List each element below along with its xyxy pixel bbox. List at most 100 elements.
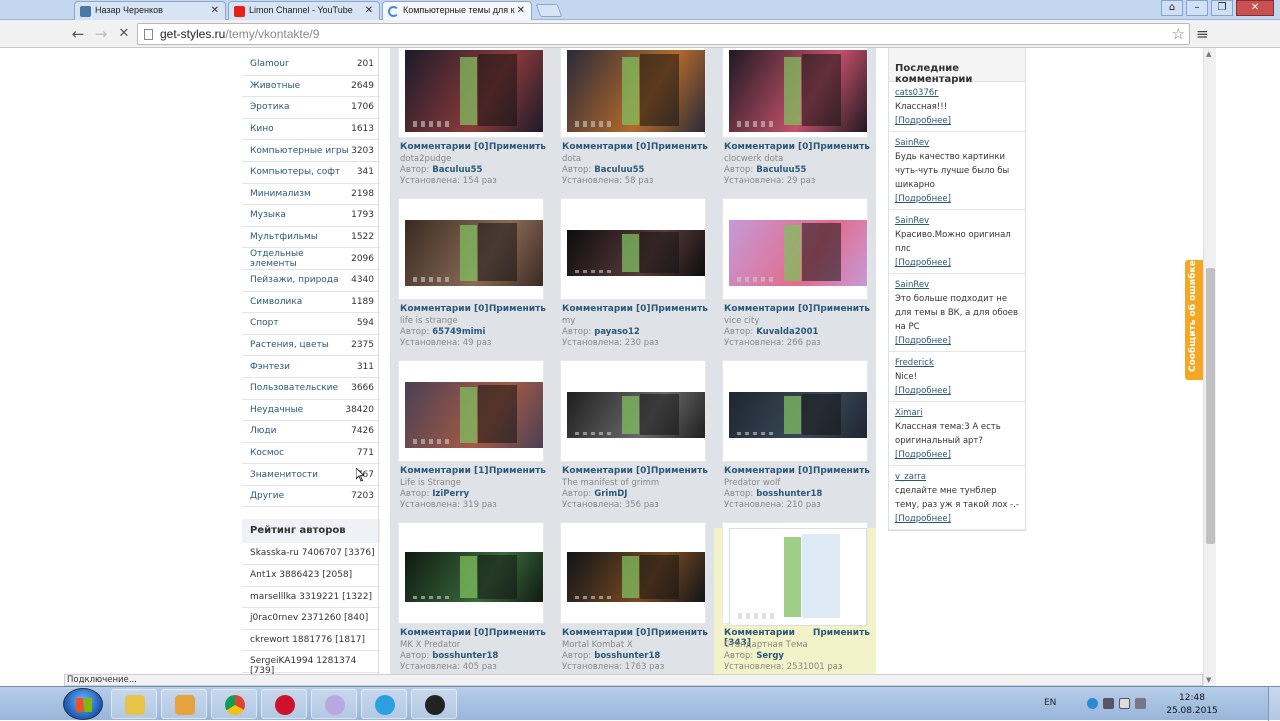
comments-link[interactable]: Комментарии [1] [400,466,489,476]
theme-preview[interactable] [722,198,868,300]
comments-link[interactable]: Комментарии [0] [562,628,651,638]
category-row[interactable]: Спорт 594 [242,313,380,335]
close-icon[interactable]: ✕ [517,5,525,16]
theme-preview[interactable] [398,198,544,300]
author-link[interactable]: bosshunter18 [594,651,660,661]
close-icon[interactable]: ✕ [211,5,219,16]
page-scrollbar[interactable]: ▲ ▼ [1203,48,1216,686]
apply-button[interactable]: Применить [651,466,708,476]
category-row[interactable]: Пользовательские 3666 [242,378,380,400]
comment-user-link[interactable]: v_zarra [895,470,1021,484]
category-row[interactable]: Животные 2649 [242,76,380,98]
comment-user-link[interactable]: Ximari [895,406,1021,420]
author-link[interactable]: 65749mimi [432,327,485,337]
taskbar-app[interactable] [261,689,307,719]
author-link[interactable]: payaso12 [594,327,640,337]
taskbar-app[interactable] [211,689,257,719]
rating-row[interactable]: j0rac0rnev 2371260 [840] [242,608,380,630]
skype-tray-icon[interactable] [1087,698,1098,709]
flag-icon[interactable] [1119,698,1130,709]
new-tab-button[interactable] [535,4,563,17]
category-name[interactable]: Пейзажи, природа [250,275,339,285]
user-icon[interactable]: ⌂ [1161,0,1183,16]
category-row[interactable]: Отдельные элементы 2096 [242,248,380,270]
comment-more-link[interactable]: [Подробнее] [895,256,1021,270]
category-name[interactable]: Спорт [250,318,279,328]
theme-preview[interactable] [560,198,706,300]
category-row[interactable]: Пейзажи, природа 4340 [242,270,380,292]
comments-link[interactable]: Комментарии [0] [562,466,651,476]
category-name[interactable]: Знаменитости [250,470,318,480]
taskbar-app[interactable] [161,689,207,719]
comments-link[interactable]: Комментарии [0] [724,466,813,476]
apply-button[interactable]: Применить [651,628,708,638]
comment-more-link[interactable]: [Подробнее] [895,384,1021,398]
author-link[interactable]: bosshunter18 [756,489,822,499]
theme-preview[interactable] [398,48,544,138]
category-name[interactable]: Растения, цветы [250,340,329,350]
apply-button[interactable]: Применить [813,142,870,152]
category-row[interactable]: Люди 7426 [242,421,380,443]
scroll-down-icon[interactable]: ▼ [1206,676,1211,684]
comments-link[interactable]: Комментарии [0] [724,142,813,152]
apply-button[interactable]: Применить [489,304,546,314]
tab-youtube[interactable]: Limon Channel - YouTube ✕ [228,1,380,20]
category-row[interactable]: Символика 1189 [242,292,380,314]
comment-more-link[interactable]: [Подробнее] [895,334,1021,348]
theme-preview[interactable] [722,522,868,626]
apply-button[interactable]: Применить [489,466,546,476]
category-name[interactable]: Символика [250,297,302,307]
category-row[interactable]: Минимализм 2198 [242,184,380,206]
taskbar-app[interactable] [361,689,407,719]
comments-link[interactable]: Комментарии [0] [400,304,489,314]
author-link[interactable]: Baculuu55 [594,165,644,175]
language-indicator[interactable]: EN [1044,698,1056,708]
tab-vk[interactable]: Назар Черенков ✕ [74,1,226,20]
bookmark-star-icon[interactable]: ☆ [1172,25,1185,43]
tab-get-styles[interactable]: Компьютерные темы для к ✕ [382,1,532,20]
comment-user-link[interactable]: SainRev [895,136,1021,150]
comments-link[interactable]: Комментарии [0] [724,304,813,314]
category-name[interactable]: Неудачные [250,405,303,415]
apply-button[interactable]: Применить [651,304,708,314]
taskbar-app[interactable] [411,689,457,719]
category-name[interactable]: Космос [250,448,284,458]
scroll-up-icon[interactable]: ▲ [1206,50,1211,58]
category-name[interactable]: Glamour [250,59,289,69]
rating-row[interactable]: Skasska-ru 7406707 [3376] [242,543,380,566]
comment-more-link[interactable]: [Подробнее] [895,114,1021,128]
comment-more-link[interactable]: [Подробнее] [895,512,1021,526]
category-name[interactable]: Эротика [250,102,290,112]
apply-button[interactable]: Применить [813,628,870,648]
rating-row[interactable]: marselllka 3319221 [1322] [242,587,380,609]
category-row[interactable]: Фэнтези 311 [242,356,380,378]
rating-row[interactable]: Ant1x 3886423 [2058] [242,565,380,587]
rating-row[interactable]: ckrewort 1881776 [1817] [242,630,380,652]
network-icon[interactable] [1103,698,1114,709]
category-row[interactable]: Мультфильмы 1522 [242,227,380,249]
show-desktop-button[interactable] [1268,687,1280,721]
theme-preview[interactable] [722,48,868,138]
volume-icon[interactable] [1135,698,1146,709]
close-window-button[interactable]: ✕ [1236,0,1274,16]
author-link[interactable]: Baculuu55 [756,165,806,175]
apply-button[interactable]: Применить [813,304,870,314]
category-name[interactable]: Музыка [250,210,286,220]
taskbar-app[interactable] [311,689,357,719]
theme-preview[interactable] [722,360,868,462]
maximize-button[interactable]: ❐ [1211,0,1233,16]
theme-preview[interactable] [398,522,544,624]
comment-user-link[interactable]: SainRev [895,278,1021,292]
apply-button[interactable]: Применить [489,142,546,152]
author-link[interactable]: Kuvalda2001 [756,327,818,337]
category-row[interactable]: Космос 771 [242,443,380,465]
comments-link[interactable]: Комментарии [0] [562,142,651,152]
category-name[interactable]: Пользовательские [250,383,338,393]
theme-preview[interactable] [398,360,544,462]
chrome-menu-icon[interactable]: ≡ [1196,25,1209,43]
category-name[interactable]: Минимализм [250,189,311,199]
comment-user-link[interactable]: SainRev [895,214,1021,228]
category-row[interactable]: Растения, цветы 2375 [242,335,380,357]
category-name[interactable]: Мультфильмы [250,232,318,242]
category-name[interactable]: Компьютерные игры [250,146,349,156]
